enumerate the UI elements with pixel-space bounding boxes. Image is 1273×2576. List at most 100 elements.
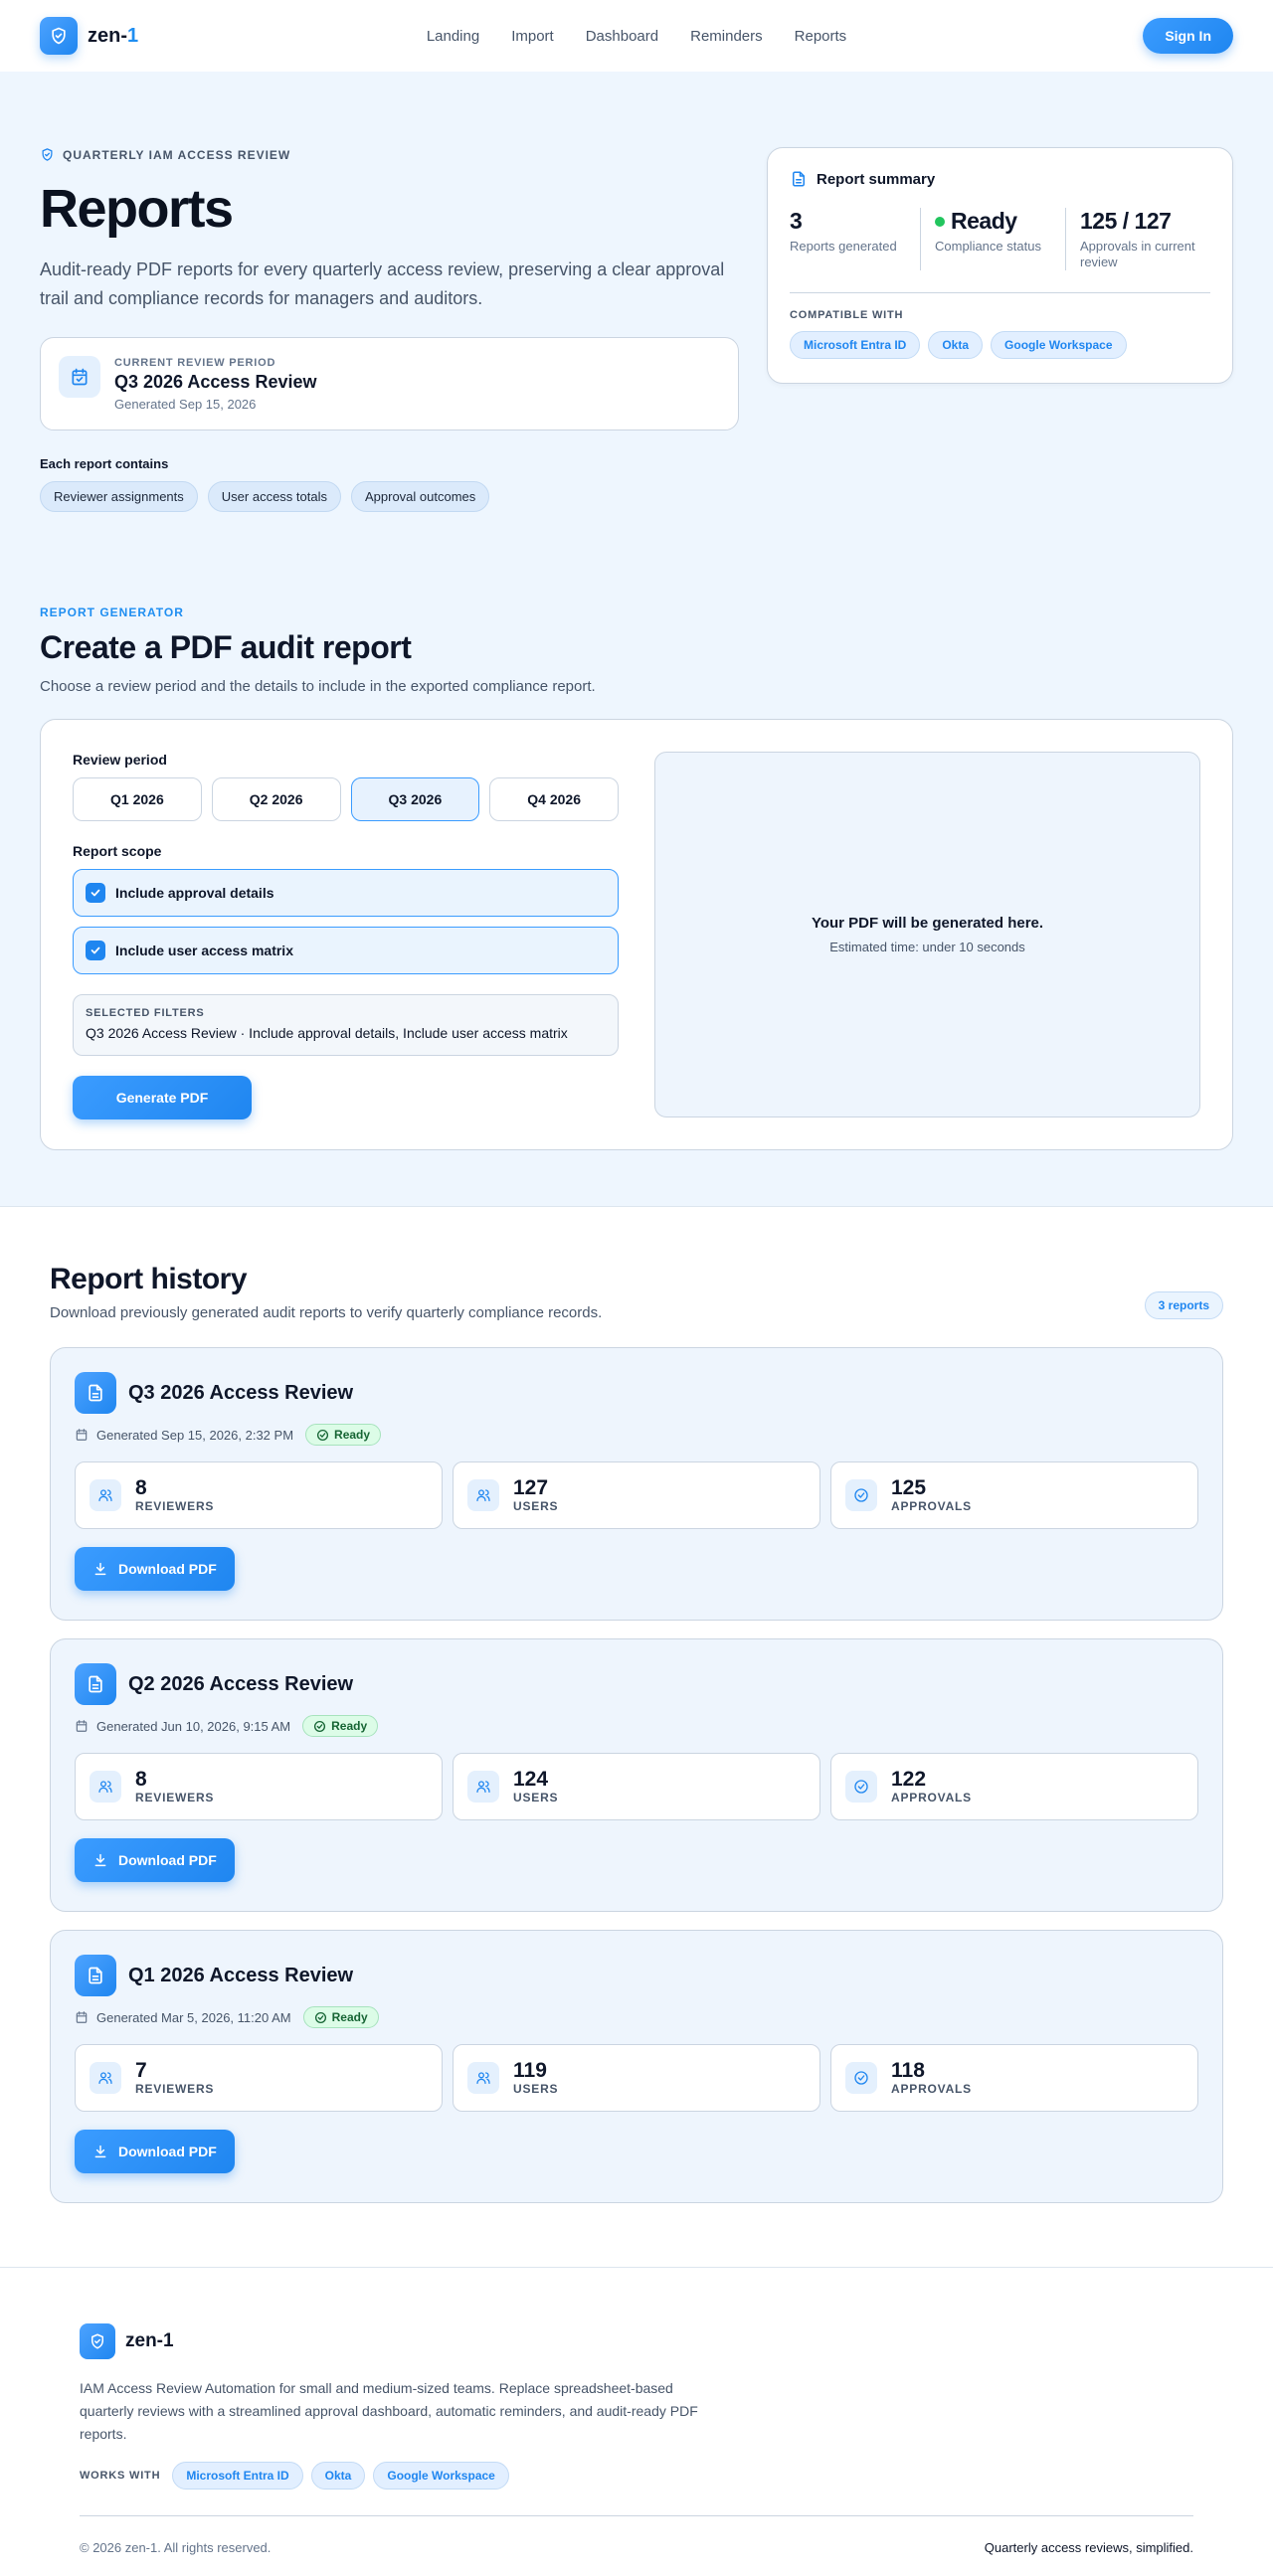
metric-users: 119 USERS [453, 2044, 820, 2112]
badge-okta: Okta [310, 2462, 366, 2490]
metric-approvals: 118 APPROVALS [830, 2044, 1198, 2112]
metric-label: APPROVALS [891, 1791, 972, 1804]
badge-google-workspace: Google Workspace [373, 2462, 509, 2490]
status-text: Ready [334, 1428, 371, 1442]
report-generated-date: Generated Mar 5, 2026, 11:20 AM [96, 2009, 291, 2025]
check-circle-icon [313, 1720, 326, 1733]
checkbox-check-icon [86, 941, 105, 960]
compatible-badges: Microsoft Entra ID Okta Google Workspace [790, 331, 1210, 359]
selected-filters: SELECTED FILTERS Q3 2026 Access Review ·… [73, 994, 619, 1056]
metric-label: REVIEWERS [135, 2082, 215, 2096]
stat-value: 3 [790, 208, 803, 234]
metric-reviewers: 8 REVIEWERS [75, 1753, 443, 1820]
generate-pdf-button[interactable]: Generate PDF [73, 1076, 252, 1119]
badge-okta: Okta [928, 331, 984, 359]
check-circle-icon [845, 1479, 877, 1511]
scope-approval-details-checkbox[interactable]: Include approval details [73, 869, 619, 917]
status-dot-icon [935, 216, 945, 227]
download-pdf-button[interactable]: Download PDF [75, 2130, 235, 2173]
status-badge: Ready [302, 2006, 379, 2028]
stat-value: Ready [951, 208, 1017, 234]
metric-approvals: 125 APPROVALS [830, 1461, 1198, 1529]
download-icon [92, 1852, 108, 1868]
metric-value: 118 [891, 2059, 925, 2082]
report-title: Q3 2026 Access Review [128, 1381, 354, 1404]
badge-google-workspace: Google Workspace [991, 331, 1127, 359]
footer: zen-1 IAM Access Review Automation for s… [0, 2267, 1273, 2555]
report-metrics: 8 REVIEWERS 127 USERS 125 APPROVALS [75, 1461, 1198, 1529]
metric-value: 8 [135, 1476, 147, 1499]
metric-value: 124 [513, 1768, 549, 1791]
hero-section: QUARTERLY IAM ACCESS REVIEW Reports Audi… [0, 72, 1273, 1207]
metric-approvals: 122 APPROVALS [830, 1753, 1198, 1820]
period-q3-button[interactable]: Q3 2026 [350, 777, 480, 821]
metric-reviewers: 8 REVIEWERS [75, 1461, 443, 1529]
download-pdf-button[interactable]: Download PDF [75, 1838, 235, 1882]
hero-eyebrow-text: QUARTERLY IAM ACCESS REVIEW [63, 147, 291, 162]
nav-link-landing[interactable]: Landing [427, 28, 479, 45]
stat-label: Approvals in current review [1080, 239, 1195, 269]
metric-reviewers: 7 REVIEWERS [75, 2044, 443, 2112]
hero-eyebrow: QUARTERLY IAM ACCESS REVIEW [40, 147, 739, 162]
current-period-card: CURRENT REVIEW PERIOD Q3 2026 Access Rev… [40, 337, 739, 430]
hero-description: Audit-ready PDF reports for every quarte… [40, 259, 725, 308]
user-icon [467, 2062, 499, 2094]
report-card: Q3 2026 Access Review Generated Sep 15, … [50, 1347, 1223, 1621]
nav-link-reports[interactable]: Reports [795, 28, 847, 45]
download-label: Download PDF [118, 1561, 217, 1577]
period-selector: Q1 2026 Q2 2026 Q3 2026 Q4 2026 [73, 777, 619, 821]
metric-users: 127 USERS [453, 1461, 820, 1529]
document-icon [75, 1372, 116, 1414]
check-circle-icon [314, 2011, 327, 2024]
report-history-section: Report history Download previously gener… [0, 1207, 1273, 2203]
metric-value: 119 [513, 2059, 547, 2082]
shield-logo-icon [40, 17, 78, 55]
period-label: CURRENT REVIEW PERIOD [114, 356, 276, 369]
report-generated-date: Generated Sep 15, 2026, 2:32 PM [96, 1427, 294, 1443]
divider [790, 292, 1210, 293]
chip-reviewer-assignments: Reviewer assignments [40, 481, 198, 512]
badge-entra-id: Microsoft Entra ID [172, 2462, 303, 2490]
footer-brand-name: zen-1 [125, 2330, 174, 2351]
check-circle-icon [845, 1771, 877, 1803]
nav-link-reminders[interactable]: Reminders [690, 28, 763, 45]
calendar-icon [75, 2010, 89, 2024]
metric-label: USERS [513, 2082, 559, 2096]
nav-link-import[interactable]: Import [511, 28, 554, 45]
stat-compliance-status: Ready Compliance status [920, 208, 1065, 270]
nav-link-dashboard[interactable]: Dashboard [586, 28, 658, 45]
report-card: Q1 2026 Access Review Generated Mar 5, 2… [50, 1930, 1223, 2203]
footer-works-with: WORKS WITH Microsoft Entra ID Okta Googl… [80, 2462, 1193, 2490]
preview-subtitle: Estimated time: under 10 seconds [829, 940, 1025, 954]
calendar-check-icon [59, 356, 100, 398]
stat-value: 125 / 127 [1080, 208, 1172, 234]
metric-value: 127 [513, 1476, 549, 1499]
generator-card: Review period Q1 2026 Q2 2026 Q3 2026 Q4… [40, 719, 1233, 1150]
filters-label: SELECTED FILTERS [86, 1007, 205, 1019]
chip-user-access-totals: User access totals [207, 481, 341, 512]
scope-user-access-matrix-checkbox[interactable]: Include user access matrix [73, 927, 619, 974]
report-scope-label: Report scope [73, 843, 162, 859]
user-icon [467, 1479, 499, 1511]
brand[interactable]: zen-1 [40, 17, 138, 55]
footer-description: IAM Access Review Automation for small a… [80, 2380, 698, 2442]
period-q4-button[interactable]: Q4 2026 [489, 777, 619, 821]
metric-value: 125 [891, 1476, 927, 1499]
period-title: Q3 2026 Access Review [114, 371, 317, 392]
calendar-icon [75, 1719, 89, 1733]
report-title: Q2 2026 Access Review [128, 1672, 354, 1695]
download-icon [92, 2144, 108, 2159]
metric-label: USERS [513, 1791, 559, 1804]
download-pdf-button[interactable]: Download PDF [75, 1547, 235, 1591]
history-title: Report history [50, 1263, 248, 1295]
period-q2-button[interactable]: Q2 2026 [211, 777, 341, 821]
preview-title: Your PDF will be generated here. [811, 915, 1044, 932]
metric-label: REVIEWERS [135, 1791, 215, 1804]
document-icon [790, 170, 808, 188]
sign-in-button[interactable]: Sign In [1143, 18, 1233, 54]
status-text: Ready [331, 1719, 368, 1733]
period-date: Generated Sep 15, 2026 [114, 396, 257, 412]
page-title: Reports [40, 179, 234, 239]
footer-brand: zen-1 [80, 2323, 1193, 2359]
period-q1-button[interactable]: Q1 2026 [73, 777, 202, 821]
